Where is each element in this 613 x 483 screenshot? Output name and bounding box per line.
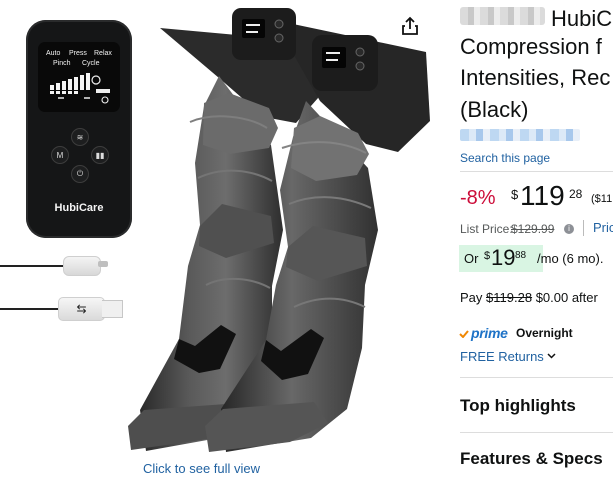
check-icon — [459, 330, 469, 338]
pay-line: Pay $119.28 $0.00 after — [460, 290, 598, 305]
free-returns-link[interactable]: FREE Returns — [460, 349, 544, 364]
compression-boots-image — [128, 8, 430, 452]
usb-c-tip — [98, 261, 108, 267]
remote-screen-icons — [58, 75, 110, 104]
usb-a-cable — [0, 308, 58, 310]
product-title-line-2[interactable]: Compression f — [460, 33, 602, 60]
search-this-page-link[interactable]: Search this page — [460, 151, 550, 165]
product-title-line-1[interactable]: HubiC — [551, 5, 612, 32]
signal-button-icon: ▮▮ — [91, 146, 109, 164]
blurred-brand-text — [460, 7, 545, 25]
remote-brand: HubiCare — [54, 202, 104, 214]
power-button-icon: ⏻ — [71, 165, 89, 183]
remote-image: Auto Press Relax Pinch Cycle ≋ M ▮▮ ⏻ Hu… — [26, 20, 132, 238]
price-details-link[interactable]: Pric — [593, 220, 613, 235]
share-icon[interactable] — [401, 16, 419, 36]
list-price-value: $129.99 — [511, 222, 555, 236]
prime-logo: prime — [471, 325, 508, 341]
top-highlights-heading[interactable]: Top highlights — [460, 396, 576, 416]
product-title-line-4[interactable]: (Black) — [460, 96, 528, 123]
monthly-price-main: 19 — [491, 245, 516, 270]
highlights-divider — [460, 377, 613, 378]
pay-strike-price: $119.28 — [486, 290, 533, 305]
monthly-price-cents: 88 — [515, 250, 527, 261]
usb-c-cable — [0, 265, 64, 267]
product-title-line-3[interactable]: Intensities, Rec — [460, 64, 610, 91]
mode-button: M — [51, 146, 69, 164]
info-icon[interactable]: i — [564, 224, 574, 234]
pay-prefix: Pay — [460, 290, 483, 305]
discount-percentage: -8% — [460, 187, 496, 209]
price-symbol: $ — [511, 187, 519, 202]
top-divider — [460, 171, 613, 172]
price-main: 119 — [520, 180, 565, 211]
features-specs-heading[interactable]: Features & Specs — [460, 449, 603, 469]
monthly-price-symbol: $ — [484, 250, 491, 262]
features-divider — [460, 432, 613, 433]
mode-button-label: M — [56, 150, 64, 160]
unit-price-note: ($11 — [591, 193, 613, 205]
see-full-view-link[interactable]: Click to see full view — [143, 461, 260, 476]
list-price-label: List Price: — [460, 222, 513, 236]
price-separator — [583, 220, 584, 236]
chevron-down-icon[interactable] — [547, 351, 556, 360]
pay-after-text: $0.00 after — [535, 290, 598, 305]
monthly-payment-term: /mo (6 mo). — [537, 251, 604, 266]
monthly-or-label: Or — [464, 251, 479, 266]
blurred-rating-link — [460, 129, 580, 141]
overnight-delivery-label: Overnight — [516, 326, 573, 340]
price-cents: 28 — [569, 187, 583, 201]
heat-button-icon: ≋ — [71, 128, 89, 146]
usb-a-plug-icon: ⇆ — [58, 297, 105, 321]
remote-screen: Auto Press Relax Pinch Cycle — [38, 42, 120, 112]
usb-c-plug-icon — [63, 256, 101, 276]
